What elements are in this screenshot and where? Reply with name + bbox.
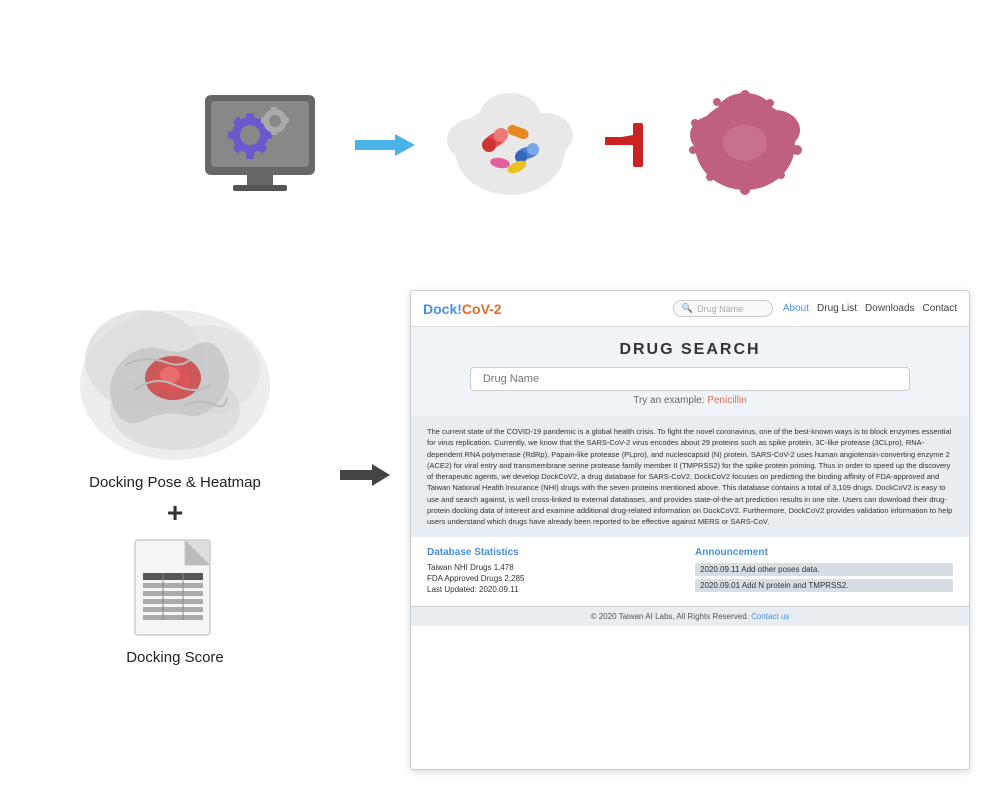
announce-item-0: 2020.09.11 Add other poses data. [695,563,953,576]
nav-link-contact[interactable]: Contact [923,303,957,314]
hero-area: DRUG SEARCH Try an example: Penicillin [411,327,969,416]
nav-search-box[interactable]: 🔍 Drug Name [673,300,773,317]
docking-score-label: Docking Score [126,649,224,666]
announce-column: Announcement 2020.09.11 Add other poses … [695,547,953,596]
left-panel: Docking Pose & Heatmap + [30,280,320,666]
nav-link-about[interactable]: About [783,303,809,314]
top-section [0,0,1000,280]
website-mockup: Dock!CoV-2 🔍 Drug Name About Drug List D… [410,290,970,770]
drug-search-input[interactable] [470,367,910,391]
stats-column: Database Statistics Taiwan NHI Drugs 1,4… [427,547,685,596]
docking-pose-label: Docking Pose & Heatmap [89,474,261,491]
arrow-right-icon [355,130,415,160]
nav-links: About Drug List Downloads Contact [783,303,957,314]
search-icon: 🔍 [682,303,693,314]
document-icon [125,535,225,645]
stats-announce: Database Statistics Taiwan NHI Drugs 1,4… [411,537,969,606]
footer-text: © 2020 Taiwan AI Labs, All Rights Reserv… [591,612,749,621]
drug-search-title: DRUG SEARCH [431,341,949,359]
stats-title: Database Statistics [427,547,685,558]
nav-link-druglist[interactable]: Drug List [817,303,857,314]
monitor-icon [195,80,325,210]
announce-item-1: 2020.09.01 Add N protein and TMPRSS2. [695,579,953,592]
nav-bar: Dock!CoV-2 🔍 Drug Name About Drug List D… [411,291,969,327]
try-example-text: Try an example: Penicillin [431,395,949,406]
announce-title: Announcement [695,547,953,558]
stats-row-2: Last Updated: 2020.09.11 [427,585,685,594]
logo-cov: CoV-2 [462,301,502,317]
plus-sign: + [167,497,183,529]
virus-cloud-icon [685,85,805,205]
pills-cloud-icon [445,85,575,205]
logo-dock: Dock [423,301,457,317]
stats-row-1: FDA Approved Drugs 2,285 [427,574,685,583]
footer-contact-link[interactable]: Contact us [751,612,789,621]
block-stop-icon [605,115,655,175]
try-example-link[interactable]: Penicillin [707,395,746,406]
protein-image [65,290,285,470]
bottom-section: Docking Pose & Heatmap + [0,280,1000,800]
site-logo: Dock!CoV-2 [423,301,502,317]
description-area: The current state of the COVID-19 pandem… [411,416,969,537]
middle-arrow-icon [340,280,390,490]
stats-row-0: Taiwan NHI Drugs 1,478 [427,563,685,572]
description-text: The current state of the COVID-19 pandem… [427,426,953,527]
site-footer: © 2020 Taiwan AI Labs, All Rights Reserv… [411,606,969,626]
nav-search-placeholder: Drug Name [697,304,743,314]
nav-link-downloads[interactable]: Downloads [865,303,914,314]
